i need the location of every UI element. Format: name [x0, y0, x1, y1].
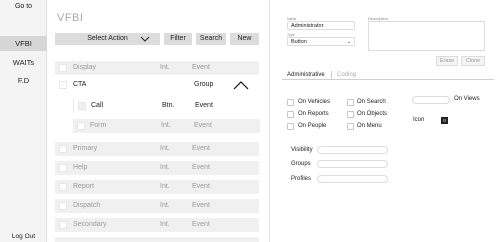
row-name: Primary [73, 145, 98, 152]
tab-underline [282, 79, 494, 80]
on-people-label: On People [298, 123, 327, 129]
filter-button[interactable]: Filter [164, 33, 192, 45]
row-checkbox[interactable] [59, 202, 67, 210]
list-row-dispatch[interactable]: Dispatch Int. Event [55, 199, 259, 213]
row-checkbox[interactable] [59, 64, 67, 72]
on-search-label: On Search [357, 99, 386, 105]
row-event: Group [194, 81, 214, 88]
row-name: Display [73, 64, 96, 71]
on-objects-checkbox[interactable] [347, 111, 354, 118]
goto-label: Go to [14, 3, 33, 10]
select-action-dropdown[interactable]: Select Action [55, 33, 160, 45]
logout-link[interactable]: Log Out [0, 233, 47, 240]
on-objects-label: On Objects [357, 111, 388, 117]
type-select[interactable]: Button ⌄ [287, 37, 355, 46]
row-type: Int. [160, 64, 170, 71]
on-vehicles-checkbox[interactable] [287, 99, 294, 106]
list-title: VFBI [57, 12, 84, 24]
tab-divider [331, 71, 332, 79]
on-views-label: On Views [454, 96, 480, 102]
profiles-label: Profiles [291, 176, 312, 182]
row-type: Int. [160, 202, 170, 209]
icon-label: Icon [413, 117, 425, 123]
chevron-up-icon[interactable] [233, 81, 249, 90]
row-checkbox[interactable] [59, 145, 67, 153]
list-row-report[interactable]: Report Int. Event [55, 180, 259, 194]
detail-panel: Name Administrator Type Button ⌄ Descrip… [270, 0, 500, 242]
new-button[interactable]: New [230, 33, 259, 45]
row-type: Int. [160, 183, 170, 190]
row-event: Event [192, 202, 210, 209]
clone-button[interactable]: Clone [461, 56, 485, 66]
row-event: Event [192, 145, 210, 152]
chevron-down-icon: ⌄ [346, 39, 351, 45]
description-textarea[interactable] [368, 21, 485, 51]
row-name: Help [73, 164, 88, 171]
row-event: Event [195, 102, 213, 109]
row-name: Secondary [73, 221, 107, 228]
tab-administrative[interactable]: Administrative [287, 72, 325, 78]
on-people-checkbox[interactable] [287, 123, 294, 130]
on-menu-label: On Menu [357, 123, 382, 129]
row-checkbox[interactable] [59, 183, 67, 191]
list-row-partial[interactable] [55, 237, 259, 242]
tab-coding[interactable]: Coding [337, 72, 356, 78]
nav-item-waits[interactable]: WAITs [0, 55, 47, 70]
search-button[interactable]: Search [196, 33, 226, 45]
row-name: CTA [73, 81, 87, 88]
row-checkbox[interactable] [59, 81, 67, 89]
nav-item-fd[interactable]: F.D [0, 73, 47, 88]
on-search-checkbox[interactable] [347, 99, 354, 106]
list-row-help[interactable]: Help Int. Event [55, 161, 259, 175]
row-type: Btn. [162, 102, 175, 109]
row-event: Event [192, 64, 210, 71]
row-type: Int. [160, 164, 170, 171]
name-input[interactable]: Administrator [287, 21, 355, 30]
groups-input[interactable] [317, 160, 388, 168]
row-checkbox[interactable] [78, 102, 86, 110]
row-checkbox[interactable] [59, 221, 67, 229]
list-row-cta[interactable]: CTA Group [55, 78, 259, 92]
row-name: Report [73, 183, 95, 190]
groups-label: Groups [291, 161, 311, 167]
type-select-value: Button [291, 39, 307, 45]
list-row-primary[interactable]: Primary Int. Event [55, 142, 259, 156]
row-type: Int. [160, 221, 170, 228]
on-vehicles-label: On Vehicles [298, 99, 331, 105]
visibility-input[interactable] [317, 146, 388, 154]
list-row-form[interactable]: Form Int. Event [73, 119, 260, 133]
row-checkbox[interactable] [59, 164, 67, 172]
on-views-input[interactable] [412, 96, 450, 104]
list-row-call[interactable]: Call Btn. Event [73, 99, 260, 113]
row-event: Event [194, 122, 212, 129]
grid-icon[interactable]: ☷ [441, 117, 448, 124]
nav-item-vfbi[interactable]: VFBI [0, 36, 47, 51]
row-name: Dispatch [73, 202, 101, 209]
row-name: Form [90, 122, 107, 129]
chevron-down-icon [140, 36, 150, 42]
row-event: Event [192, 183, 210, 190]
select-action-label: Select Action [87, 35, 128, 42]
row-checkbox[interactable] [77, 122, 85, 130]
on-reports-label: On Reports [298, 111, 329, 117]
row-type: Int. [160, 145, 170, 152]
left-nav: Go to VFBI WAITs F.D Log Out [0, 0, 47, 242]
row-type: Int. [161, 122, 171, 129]
on-menu-checkbox[interactable] [347, 123, 354, 130]
row-event: Event [192, 164, 210, 171]
visibility-label: Visibility [291, 147, 313, 153]
erase-button[interactable]: Erase [436, 56, 458, 66]
list-row-display[interactable]: Display Int. Event [55, 61, 259, 75]
list-row-secondary[interactable]: Secondary Int. Event [55, 218, 259, 232]
row-name: Call [91, 102, 104, 109]
profiles-input[interactable] [317, 175, 388, 183]
item-list-panel: VFBI Select Action Filter Search New Dis… [47, 0, 270, 242]
on-reports-checkbox[interactable] [287, 111, 294, 118]
row-event: Event [192, 221, 210, 228]
